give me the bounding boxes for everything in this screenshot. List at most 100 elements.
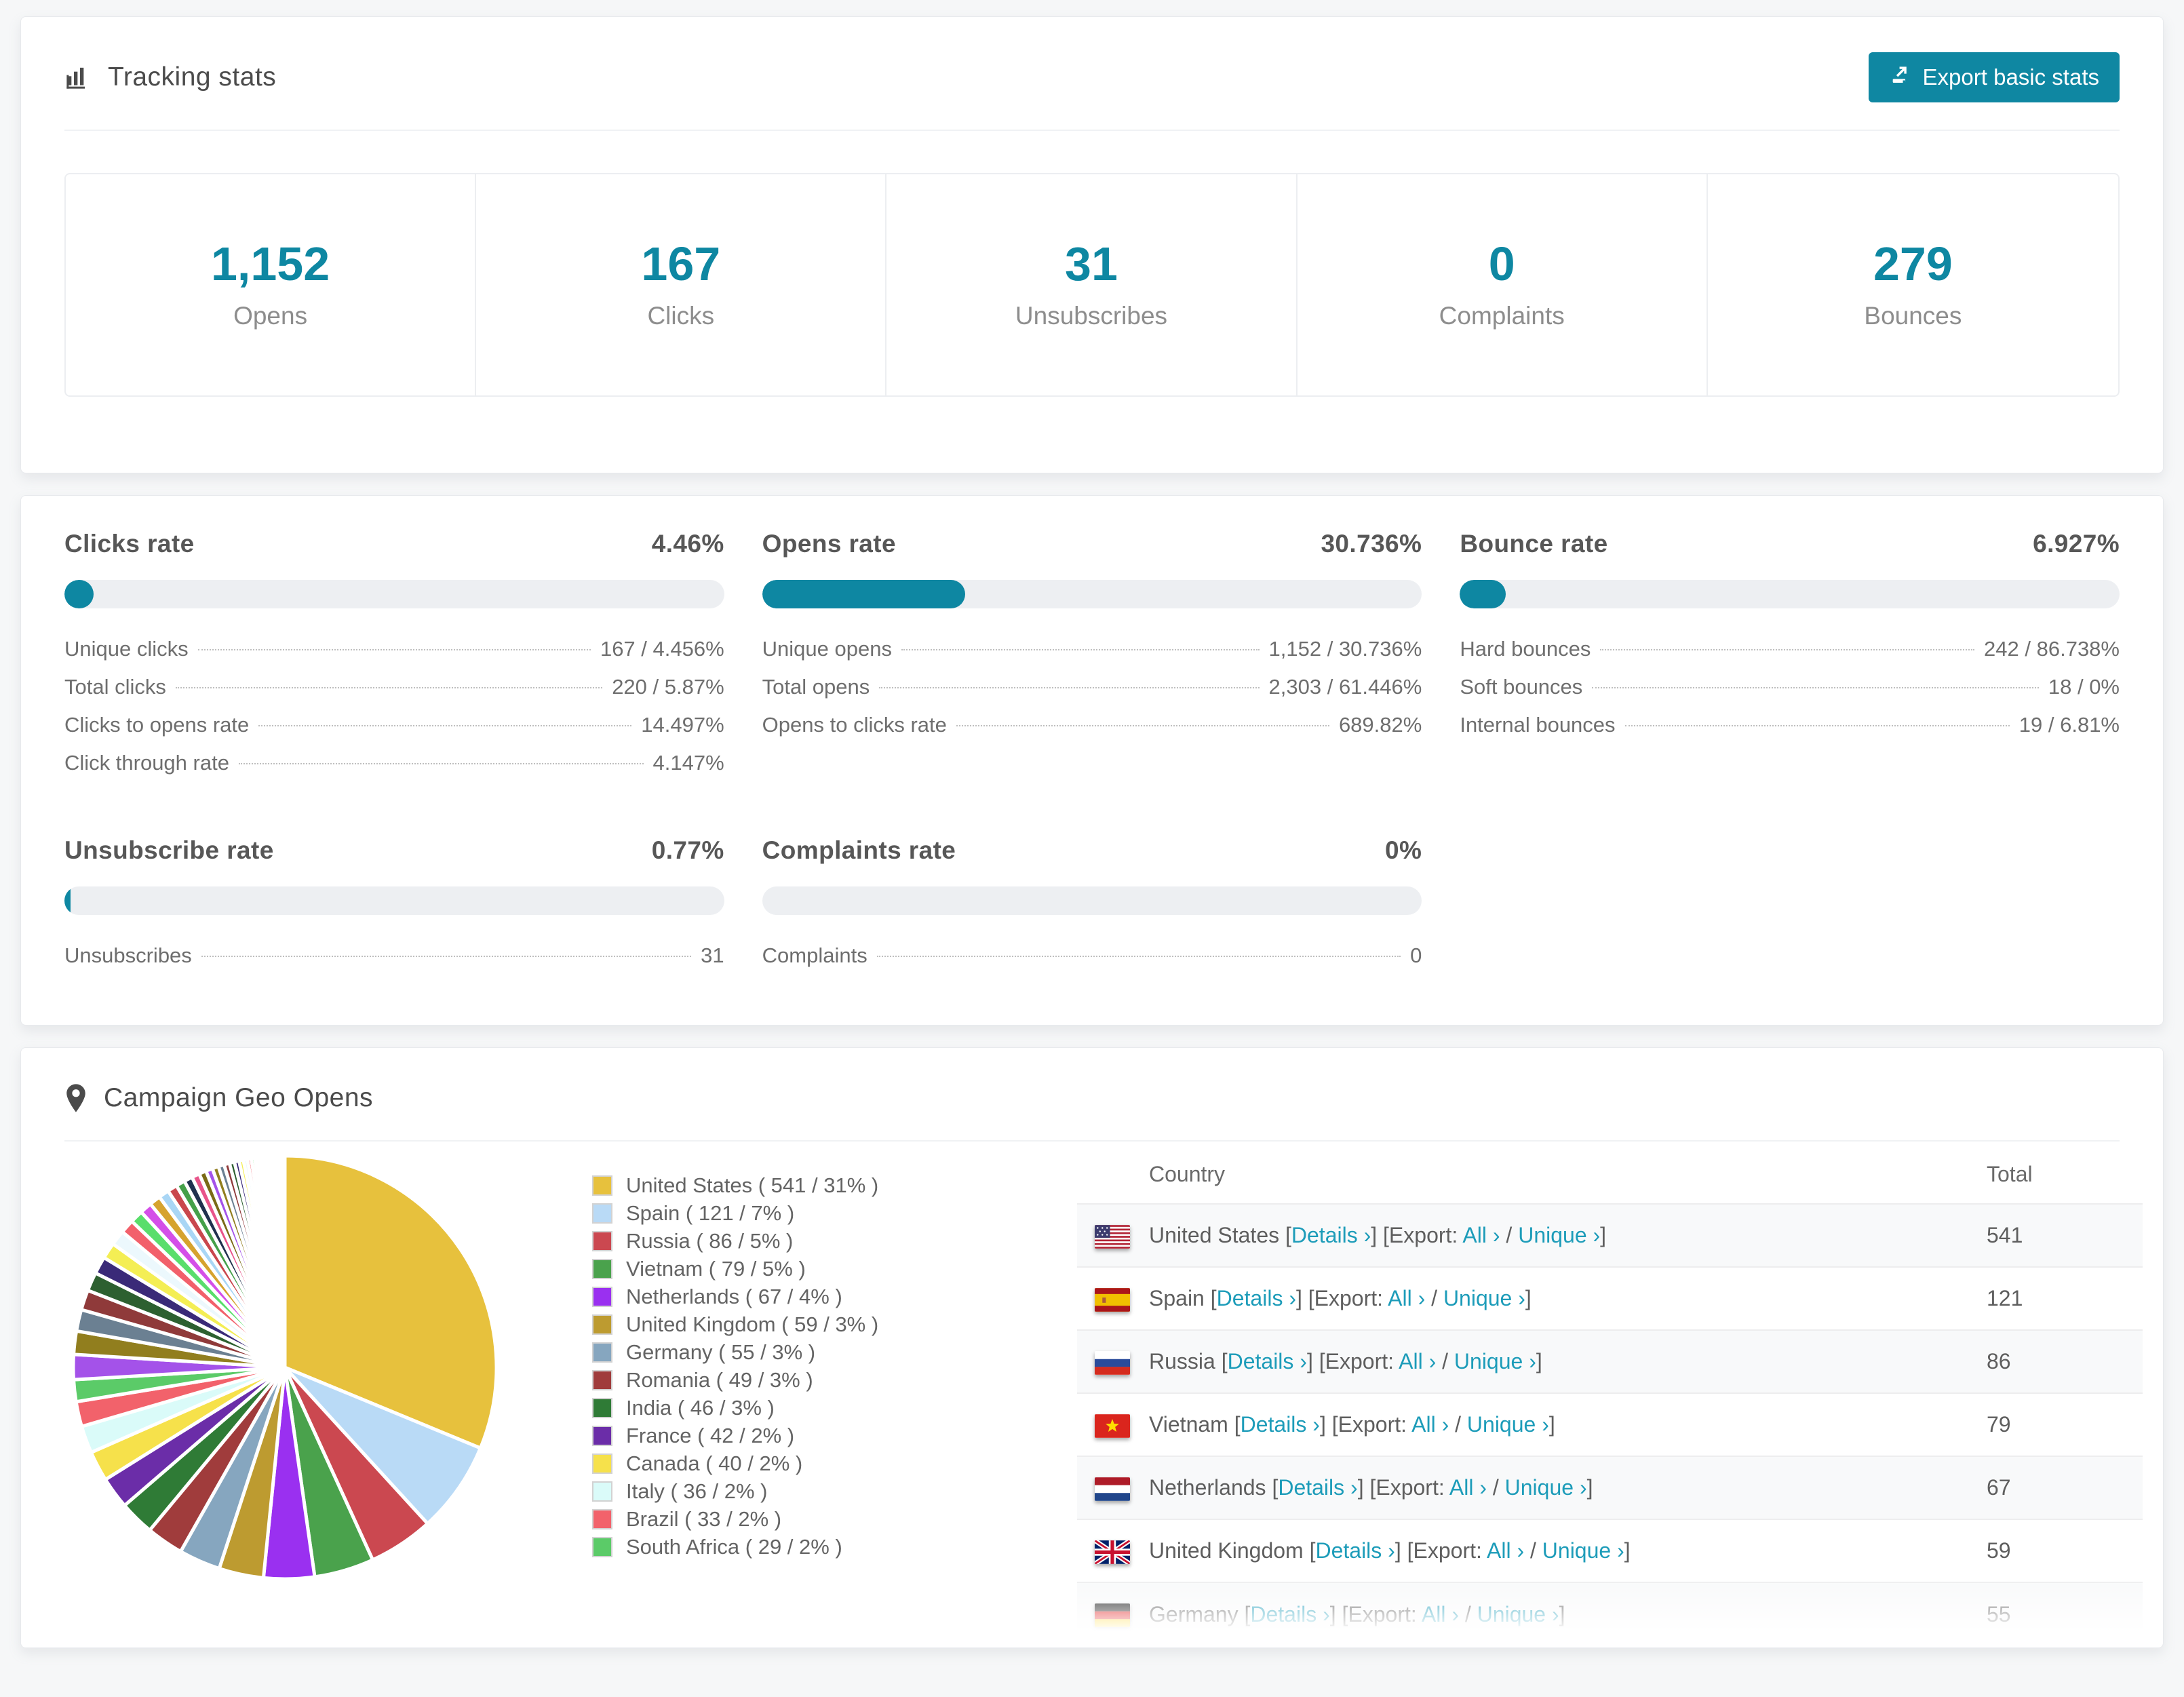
rate-detail-label: Total opens bbox=[762, 675, 870, 699]
export-unique-link[interactable]: Unique › bbox=[1505, 1475, 1587, 1500]
total-cell: 541 bbox=[1987, 1223, 2023, 1247]
dotted-leader bbox=[201, 956, 692, 957]
summary-label: Bounces bbox=[1864, 302, 1962, 330]
summary-label: Opens bbox=[233, 302, 308, 330]
rate-title: Bounce rate bbox=[1460, 530, 1608, 558]
details-link[interactable]: Details › bbox=[1278, 1475, 1357, 1500]
country-cell: Russia [Details ›] [Export: All › / Uniq… bbox=[1149, 1349, 1542, 1373]
geo-title: Campaign Geo Opens bbox=[104, 1083, 374, 1112]
legend-label: Italy ( 36 / 2% ) bbox=[626, 1479, 768, 1503]
country-name: Russia bbox=[1149, 1349, 1215, 1373]
rate-detail-value: 167 / 4.456% bbox=[600, 637, 724, 661]
rate-detail-value: 242 / 86.738% bbox=[1984, 637, 2120, 661]
summary-cell-opens: 1,152 Opens bbox=[66, 174, 477, 395]
rate-title: Complaints rate bbox=[762, 836, 956, 864]
link-separator: / bbox=[1464, 1601, 1471, 1626]
rates-grid: Clicks rate 4.46% Unique clicks 167 / 4.456… bbox=[64, 530, 2120, 981]
summary-boxes: 1,152 Opens 167 Clicks 31 Unsubscribes 0 Compla… bbox=[64, 173, 2120, 397]
export-all-link[interactable]: All › bbox=[1487, 1538, 1524, 1563]
us-flag-icon bbox=[1095, 1224, 1130, 1249]
rate-detail-label: Clicks to opens rate bbox=[64, 713, 250, 737]
country-cell: Spain [Details ›] [Export: All › / Uniqu… bbox=[1149, 1286, 1532, 1310]
tracking-stats-title: Tracking stats bbox=[64, 62, 276, 92]
rate-detail-value: 2,303 / 61.446% bbox=[1268, 675, 1422, 699]
rate-detail-row: Internal bounces 19 / 6.81% bbox=[1460, 713, 2120, 751]
rate-detail-row: Unsubscribes 31 bbox=[64, 943, 724, 981]
legend-label: Spain ( 121 / 7% ) bbox=[626, 1201, 795, 1225]
legend-label: Russia ( 86 / 5% ) bbox=[626, 1228, 794, 1253]
export-all-link[interactable]: All › bbox=[1411, 1412, 1449, 1437]
es-flag-icon bbox=[1095, 1287, 1130, 1312]
export-unique-link[interactable]: Unique › bbox=[1477, 1602, 1559, 1626]
rate-detail-row: Complaints 0 bbox=[762, 943, 1422, 981]
progress-bar bbox=[762, 886, 1422, 915]
details-link[interactable]: Details › bbox=[1217, 1286, 1296, 1310]
tracking-stats-card: Tracking stats Export basic stats 1,152 O… bbox=[20, 16, 2164, 473]
dotted-leader bbox=[238, 763, 644, 764]
export-unique-link[interactable]: Unique › bbox=[1542, 1538, 1624, 1563]
geo-table-row-de: Germany [Details ›] [Export: All › / Uni… bbox=[1077, 1582, 2143, 1645]
export-unique-link[interactable]: Unique › bbox=[1454, 1349, 1536, 1373]
rate-detail-value: 19 / 6.81% bbox=[2019, 713, 2120, 737]
rate-detail-label: Soft bounces bbox=[1460, 675, 1583, 699]
legend-swatch bbox=[592, 1536, 612, 1557]
legend-item: Germany ( 55 / 3% ) bbox=[592, 1338, 935, 1366]
rate-detail-label: Unsubscribes bbox=[64, 943, 192, 967]
details-link[interactable]: Details › bbox=[1250, 1602, 1329, 1626]
country-name: United States bbox=[1149, 1223, 1280, 1247]
legend-swatch bbox=[592, 1258, 612, 1279]
page-title: Tracking stats bbox=[108, 62, 277, 92]
geo-table-row-ru: Russia [Details ›] [Export: All › / Uniq… bbox=[1077, 1330, 2143, 1393]
export-unique-link[interactable]: Unique › bbox=[1443, 1286, 1525, 1310]
country-cell: Vietnam [Details ›] [Export: All › / Uni… bbox=[1149, 1412, 1555, 1437]
export-prefix: [Export: bbox=[1331, 1412, 1407, 1437]
country-name: Vietnam bbox=[1149, 1412, 1228, 1437]
rate-detail-value: 1,152 / 30.736% bbox=[1268, 637, 1422, 661]
rate-value: 30.736% bbox=[1321, 530, 1422, 558]
export-basic-stats-button[interactable]: Export basic stats bbox=[1868, 52, 2120, 102]
geo-table-row-nl: Netherlands [Details ›] [Export: All › /… bbox=[1077, 1456, 2143, 1519]
export-unique-link[interactable]: Unique › bbox=[1467, 1412, 1549, 1437]
dotted-leader bbox=[175, 687, 603, 688]
geo-table: Country Total United States [Details ›] … bbox=[1077, 1146, 2143, 1645]
export-all-link[interactable]: All › bbox=[1462, 1223, 1500, 1247]
rate-detail-label: Unique clicks bbox=[64, 637, 189, 661]
geo-table-row-us: United States [Details ›] [Export: All ›… bbox=[1077, 1204, 2143, 1267]
legend-item: India ( 46 / 3% ) bbox=[592, 1394, 935, 1422]
progress-bar bbox=[1460, 580, 2120, 608]
details-link[interactable]: Details › bbox=[1315, 1538, 1395, 1563]
link-separator: / bbox=[1530, 1538, 1536, 1563]
dotted-leader bbox=[901, 649, 1260, 650]
legend-swatch bbox=[592, 1230, 612, 1251]
country-column-header: Country bbox=[1149, 1162, 1226, 1186]
rate-title: Opens rate bbox=[762, 530, 896, 558]
export-all-link[interactable]: All › bbox=[1388, 1286, 1425, 1310]
summary-cell-bounces: 279 Bounces bbox=[1708, 174, 2118, 395]
legend-item: Canada ( 40 / 2% ) bbox=[592, 1449, 935, 1477]
summary-label: Complaints bbox=[1439, 302, 1565, 330]
summary-value: 31 bbox=[1065, 237, 1118, 290]
legend-item: France ( 42 / 2% ) bbox=[592, 1422, 935, 1449]
export-unique-link[interactable]: Unique › bbox=[1518, 1223, 1600, 1247]
export-all-link[interactable]: All › bbox=[1399, 1349, 1436, 1373]
export-all-link[interactable]: All › bbox=[1449, 1475, 1487, 1500]
legend-label: United Kingdom ( 59 / 3% ) bbox=[626, 1312, 879, 1336]
country-name: Netherlands bbox=[1149, 1475, 1266, 1500]
export-prefix: [Export: bbox=[1383, 1223, 1458, 1247]
export-all-link[interactable]: All › bbox=[1422, 1602, 1459, 1626]
details-link[interactable]: Details › bbox=[1291, 1223, 1371, 1247]
rate-detail-value: 31 bbox=[701, 943, 724, 967]
total-cell: 59 bbox=[1987, 1538, 2011, 1563]
ru-flag-icon bbox=[1095, 1350, 1130, 1375]
export-prefix: [Export: bbox=[1308, 1286, 1384, 1310]
summary-value: 1,152 bbox=[211, 237, 330, 290]
geo-card-title: Campaign Geo Opens bbox=[64, 1083, 373, 1113]
vn-flag-icon bbox=[1095, 1413, 1130, 1438]
pie-slice bbox=[281, 1154, 287, 1369]
geo-table-header-row: Country Total bbox=[1077, 1146, 2143, 1204]
legend-item: Vietnam ( 79 / 5% ) bbox=[592, 1255, 935, 1283]
details-link[interactable]: Details › bbox=[1228, 1349, 1307, 1373]
details-link[interactable]: Details › bbox=[1241, 1412, 1320, 1437]
country-cell: United States [Details ›] [Export: All ›… bbox=[1149, 1223, 1607, 1247]
legend-swatch bbox=[592, 1286, 612, 1307]
